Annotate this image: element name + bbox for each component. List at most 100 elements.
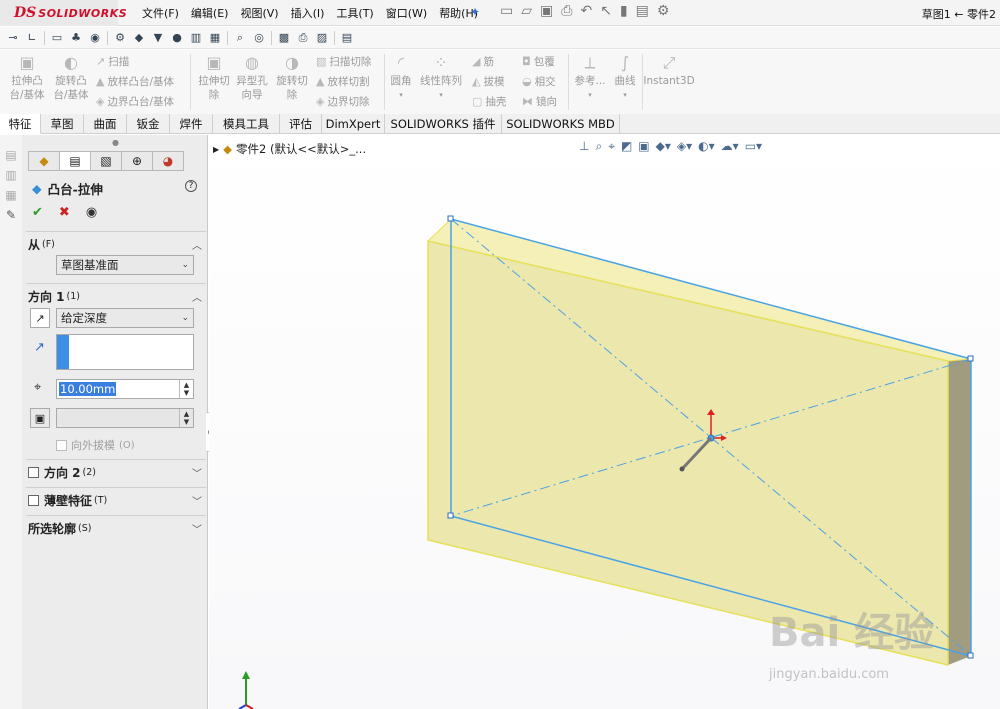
print-icon[interactable]: ⎙ (561, 3, 572, 19)
tab-solidworks-mbd[interactable]: SOLIDWORKS MBD (502, 114, 620, 134)
file-properties-icon[interactable]: ▤ (636, 3, 649, 19)
curves-button[interactable]: ∫ 曲线 ▾ (610, 55, 640, 102)
draft-outward-checkbox[interactable]: 向外拔模 (O) (56, 437, 135, 453)
revolve-cut-button[interactable]: ◑ 旋转切 除 (272, 55, 312, 102)
toolbox-icon[interactable]: ▦ (208, 31, 222, 45)
cube-icon[interactable]: ◆ (132, 31, 146, 45)
tab-sketch[interactable]: 草图 (41, 114, 84, 134)
depth-spinner[interactable]: ▲ ▼ (179, 380, 193, 398)
help-icon[interactable]: ? (185, 180, 197, 192)
tab-weldments[interactable]: 焊件 (170, 114, 213, 134)
mirror-button[interactable]: ⧓ 镜向 (522, 94, 557, 109)
collapse-chevron-icon[interactable]: ︿ (192, 237, 202, 252)
dimxpert-manager-tab-icon[interactable]: ⊕ (121, 151, 153, 171)
section-direction2[interactable]: 方向 2 (2) ﹀ (28, 463, 204, 481)
linear-pattern-button[interactable]: ⁘ 线性阵列 ▾ (418, 55, 464, 102)
direction2-checkbox[interactable] (28, 466, 39, 478)
save-icon[interactable]: ▣ (540, 3, 553, 19)
bowl-icon[interactable]: ▼ (151, 31, 165, 45)
collapse-chevron-icon[interactable]: ︿ (192, 289, 202, 304)
cancel-button[interactable]: ✖ (59, 205, 70, 220)
undo-icon[interactable]: ↶ (580, 3, 592, 19)
panel-grip-icon[interactable]: ● (112, 138, 119, 147)
section-thin-feature[interactable]: 薄壁特征 (T) ﹀ (28, 491, 204, 509)
settings-icon[interactable]: ⚙ (113, 31, 127, 45)
meter-icon[interactable]: ▥ (189, 31, 203, 45)
feature-tree-flyout[interactable]: ▶ ◆ 零件2 (默认<<默认>_... (213, 141, 366, 157)
menu-insert[interactable]: 插入(I) (285, 5, 331, 21)
tools-icon[interactable]: ✎ (0, 205, 22, 225)
menu-tools[interactable]: 工具(T) (330, 5, 379, 21)
boundary-cut-button[interactable]: ◈ 边界切除 (316, 94, 369, 109)
scene-icon[interactable]: ☁▾ (721, 139, 739, 154)
property-manager-tab-icon[interactable]: ▤ (59, 151, 91, 171)
section-view-icon[interactable]: ◩ (621, 139, 632, 154)
graphics-area[interactable]: ▶ ◆ 零件2 (默认<<默认>_... ⊥ ⌕ ⌖ ◩ ▣ ◆▾ ◈▾ ◐▾ … (209, 135, 1000, 709)
solidworks-logo[interactable]: DS SOLIDWORKS (0, 0, 127, 26)
globe-icon[interactable]: ◉ (88, 31, 102, 45)
gear-icon[interactable]: ⚙ (657, 3, 670, 19)
select-icon[interactable]: ↖ (600, 3, 612, 19)
thin-feature-checkbox[interactable] (28, 494, 39, 506)
fillet-button[interactable]: ◜ 圆角 ▾ (386, 55, 416, 102)
tab-sheet-metal[interactable]: 钣金 (127, 114, 170, 134)
feature-tree-icon[interactable]: ▤ (0, 145, 22, 165)
tab-evaluate[interactable]: 评估 (280, 114, 322, 134)
tab-dimxpert[interactable]: DimXpert (322, 114, 385, 134)
curves-dropdown-icon[interactable]: ▾ (623, 88, 627, 102)
view-settings-icon[interactable]: ▭▾ (745, 139, 762, 154)
menu-file[interactable]: 文件(F) (136, 5, 185, 21)
appearance-icon[interactable]: ◐▾ (698, 139, 715, 154)
sketch-vertex[interactable] (967, 652, 974, 659)
zoom-to-fit-icon[interactable]: ⊥ (579, 139, 589, 154)
zoom-area-icon[interactable]: ⌕ (595, 139, 602, 154)
menu-window[interactable]: 窗口(W) (380, 5, 433, 21)
end-condition-select[interactable]: 给定深度 ⌄ (56, 308, 194, 328)
preview-eye-icon[interactable]: ◉ (86, 205, 97, 220)
section-from[interactable]: 从 (F) ︿ (28, 235, 204, 253)
binoculars-icon[interactable]: ◎ (252, 31, 266, 45)
menu-view[interactable]: 视图(V) (234, 5, 284, 21)
sketch-vertex[interactable] (967, 355, 974, 362)
property-icon[interactable]: ▥ (0, 165, 22, 185)
tab-features[interactable]: 特征 (0, 114, 41, 134)
sweep-button[interactable]: ↗ 扫描 (96, 54, 129, 69)
section-selected-contours[interactable]: 所选轮廓 (S) ﹀ (28, 519, 204, 537)
previous-view-icon[interactable]: ⌖ (608, 139, 615, 154)
spreadsheet-icon[interactable]: ▩ (277, 31, 291, 45)
display-style-icon[interactable]: ◆▾ (656, 139, 671, 154)
image-icon[interactable]: ▨ (315, 31, 329, 45)
loft-button[interactable]: ▲ 放样凸台/基体 (96, 74, 174, 89)
dimension-icon[interactable]: ⊸ (6, 31, 20, 45)
lofted-cut-button[interactable]: ▲ 放样切割 (316, 74, 369, 89)
tab-mold-tools[interactable]: 模具工具 (213, 114, 280, 134)
intersect-button[interactable]: ◒ 相交 (522, 74, 556, 89)
printer-icon[interactable]: ⎙ (296, 31, 310, 45)
open-file-icon[interactable]: ▱ (521, 3, 532, 19)
draft-angle-input[interactable]: ▲ ▼ (56, 408, 194, 428)
rebuild-icon[interactable]: ▮ (620, 3, 628, 19)
section-direction1[interactable]: 方向 1 (1) ︿ (28, 287, 204, 305)
configuration-manager-tab-icon[interactable]: ▧ (90, 151, 122, 171)
menu-edit[interactable]: 编辑(E) (185, 5, 235, 21)
feature-manager-tab-icon[interactable]: ◆ (28, 151, 60, 171)
assembly-icon[interactable]: ♣ (69, 31, 83, 45)
rib-button[interactable]: ◢ 筋 (472, 54, 494, 69)
expand-chevron-icon[interactable]: ﹀ (192, 493, 202, 508)
swept-cut-button[interactable]: ▧ 扫描切除 (316, 54, 371, 69)
drum-icon[interactable]: ● (170, 31, 184, 45)
tab-solidworks-addins[interactable]: SOLIDWORKS 插件 (385, 114, 502, 134)
direction-selection-box[interactable] (56, 334, 194, 370)
fillet-dropdown-icon[interactable]: ▾ (399, 88, 403, 102)
from-select[interactable]: 草图基准面 ⌄ (56, 255, 194, 275)
draft-button[interactable]: ◭ 拔模 (472, 74, 504, 89)
expand-triangle-icon[interactable]: ▶ (213, 145, 219, 154)
tab-surfaces[interactable]: 曲面 (84, 114, 127, 134)
report-icon[interactable]: ▤ (340, 31, 354, 45)
hide-show-icon[interactable]: ◈▾ (677, 139, 692, 154)
pin-icon[interactable]: ✦ (470, 5, 480, 19)
reverse-direction-icon[interactable]: ↗ (30, 308, 50, 328)
configuration-icon[interactable]: ▦ (0, 185, 22, 205)
boundary-boss-button[interactable]: ◈ 边界凸台/基体 (96, 94, 174, 109)
sketch-vertex[interactable] (447, 512, 454, 519)
